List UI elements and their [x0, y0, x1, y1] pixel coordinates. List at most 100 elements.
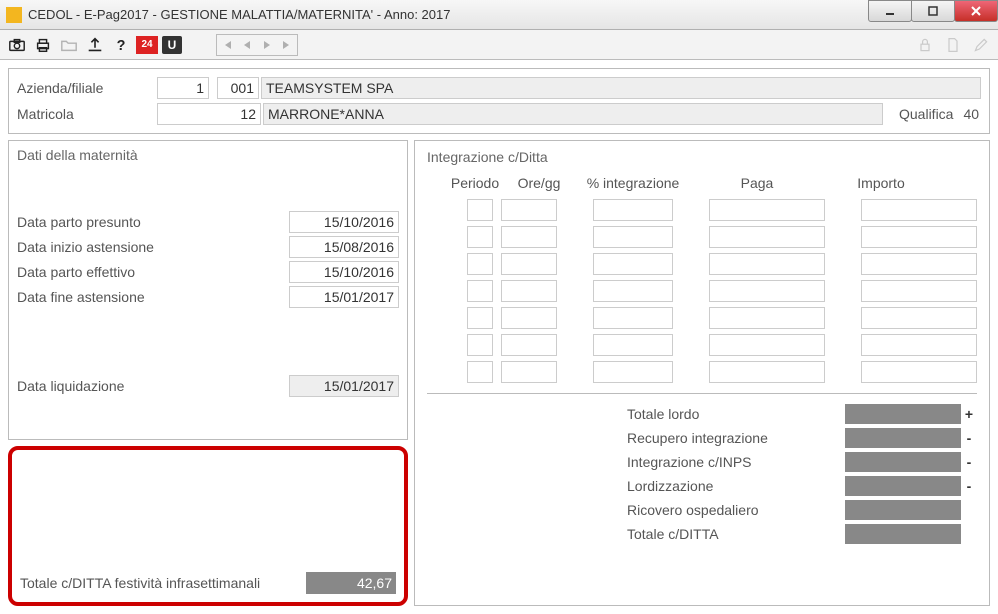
integ-row: [467, 253, 977, 275]
integrazione-cell[interactable]: [593, 280, 673, 302]
ore-cell[interactable]: [501, 307, 557, 329]
plus-sign: +: [961, 406, 977, 422]
periodo-cell[interactable]: [467, 334, 493, 356]
matricola-name-field[interactable]: [263, 103, 883, 125]
maternita-title: Dati della maternità: [17, 147, 399, 163]
col-paga: Paga: [699, 175, 815, 191]
periodo-cell[interactable]: [467, 253, 493, 275]
fine-astensione-input[interactable]: [289, 286, 399, 308]
cditta-label: Totale c/DITTA: [427, 526, 845, 542]
paga-cell[interactable]: [709, 361, 825, 383]
ore-cell[interactable]: [501, 253, 557, 275]
upload-icon[interactable]: [84, 34, 106, 56]
matricola-label: Matricola: [17, 106, 157, 122]
importo-cell[interactable]: [861, 253, 977, 275]
help-icon[interactable]: ?: [110, 34, 132, 56]
periodo-cell[interactable]: [467, 199, 493, 221]
periodo-cell[interactable]: [467, 361, 493, 383]
ricovero-label: Ricovero ospedaliero: [427, 502, 845, 518]
lock-icon[interactable]: [914, 34, 936, 56]
integ-row: [467, 334, 977, 356]
integ-row: [467, 226, 977, 248]
ore-cell[interactable]: [501, 199, 557, 221]
window-titlebar: CEDOL - E-Pag2017 - GESTIONE MALATTIA/MA…: [0, 0, 998, 30]
liquidazione-input[interactable]: [289, 375, 399, 397]
lordizzazione-value: [845, 476, 961, 496]
paga-cell[interactable]: [709, 253, 825, 275]
festivita-panel: Totale c/DITTA festività infrasettimanal…: [8, 446, 408, 606]
integrazione-cell[interactable]: [593, 226, 673, 248]
integ-row: [467, 280, 977, 302]
integrazione-panel: Integrazione c/Ditta Periodo Ore/gg % in…: [414, 140, 990, 606]
window-maximize-button[interactable]: [911, 0, 955, 22]
matricola-num-input[interactable]: [157, 103, 261, 125]
parto-effettivo-input[interactable]: [289, 261, 399, 283]
ore-cell[interactable]: [501, 226, 557, 248]
festivita-label: Totale c/DITTA festività infrasettimanal…: [20, 575, 306, 591]
maternita-panel: Dati della maternità Data parto presunto…: [8, 140, 408, 440]
integrazione-cell[interactable]: [593, 307, 673, 329]
minus-sign: -: [961, 478, 977, 494]
nav-last-icon[interactable]: [278, 36, 296, 54]
periodo-cell[interactable]: [467, 226, 493, 248]
nav-prev-icon[interactable]: [238, 36, 256, 54]
periodo-cell[interactable]: [467, 307, 493, 329]
recupero-value: [845, 428, 961, 448]
integrazione-cell[interactable]: [593, 361, 673, 383]
ore-cell[interactable]: [501, 334, 557, 356]
ore-cell[interactable]: [501, 280, 557, 302]
paga-cell[interactable]: [709, 199, 825, 221]
paga-cell[interactable]: [709, 280, 825, 302]
paga-cell[interactable]: [709, 307, 825, 329]
edit-icon[interactable]: [970, 34, 992, 56]
totale-lordo-value: [845, 404, 961, 424]
azienda-name-field[interactable]: [261, 77, 981, 99]
parto-presunto-label: Data parto presunto: [17, 214, 289, 230]
badge-24-icon[interactable]: 24: [136, 36, 158, 54]
integrazione-cell[interactable]: [593, 199, 673, 221]
window-close-button[interactable]: [954, 0, 998, 22]
document-icon[interactable]: [942, 34, 964, 56]
window-minimize-button[interactable]: [868, 0, 912, 22]
paga-cell[interactable]: [709, 334, 825, 356]
festivita-value: 42,67: [306, 572, 396, 594]
print-icon[interactable]: [32, 34, 54, 56]
totale-lordo-label: Totale lordo: [427, 406, 845, 422]
integrazione-cell[interactable]: [593, 334, 673, 356]
inizio-astensione-label: Data inizio astensione: [17, 239, 289, 255]
parto-presunto-input[interactable]: [289, 211, 399, 233]
app-icon: [6, 7, 22, 23]
col-integrazione: % integrazione: [575, 175, 691, 191]
col-importo: Importo: [823, 175, 939, 191]
minus-sign: -: [961, 454, 977, 470]
nav-first-icon[interactable]: [218, 36, 236, 54]
paga-cell[interactable]: [709, 226, 825, 248]
cditta-value: [845, 524, 961, 544]
importo-cell[interactable]: [861, 307, 977, 329]
svg-text:?: ?: [117, 37, 126, 52]
u-button[interactable]: U: [162, 36, 182, 54]
parto-effettivo-label: Data parto effettivo: [17, 264, 289, 280]
fine-astensione-label: Data fine astensione: [17, 289, 289, 305]
window-title: CEDOL - E-Pag2017 - GESTIONE MALATTIA/MA…: [28, 7, 450, 22]
camera-icon[interactable]: [6, 34, 28, 56]
integrazione-cell[interactable]: [593, 253, 673, 275]
inizio-astensione-input[interactable]: [289, 236, 399, 258]
importo-cell[interactable]: [861, 334, 977, 356]
importo-cell[interactable]: [861, 280, 977, 302]
periodo-cell[interactable]: [467, 280, 493, 302]
nav-group: [216, 34, 298, 56]
lordizzazione-label: Lordizzazione: [427, 478, 845, 494]
folder-icon[interactable]: [58, 34, 80, 56]
nav-next-icon[interactable]: [258, 36, 276, 54]
azienda-num-input[interactable]: [157, 77, 209, 99]
importo-cell[interactable]: [861, 361, 977, 383]
ore-cell[interactable]: [501, 361, 557, 383]
importo-cell[interactable]: [861, 226, 977, 248]
qualifica-value: 40: [963, 106, 979, 122]
integ-row: [467, 199, 977, 221]
azienda-code-input[interactable]: [217, 77, 259, 99]
importo-cell[interactable]: [861, 199, 977, 221]
toolbar: ? 24 U: [0, 30, 998, 60]
header-panel: Azienda/filiale Matricola Qualifica 40: [8, 68, 990, 134]
